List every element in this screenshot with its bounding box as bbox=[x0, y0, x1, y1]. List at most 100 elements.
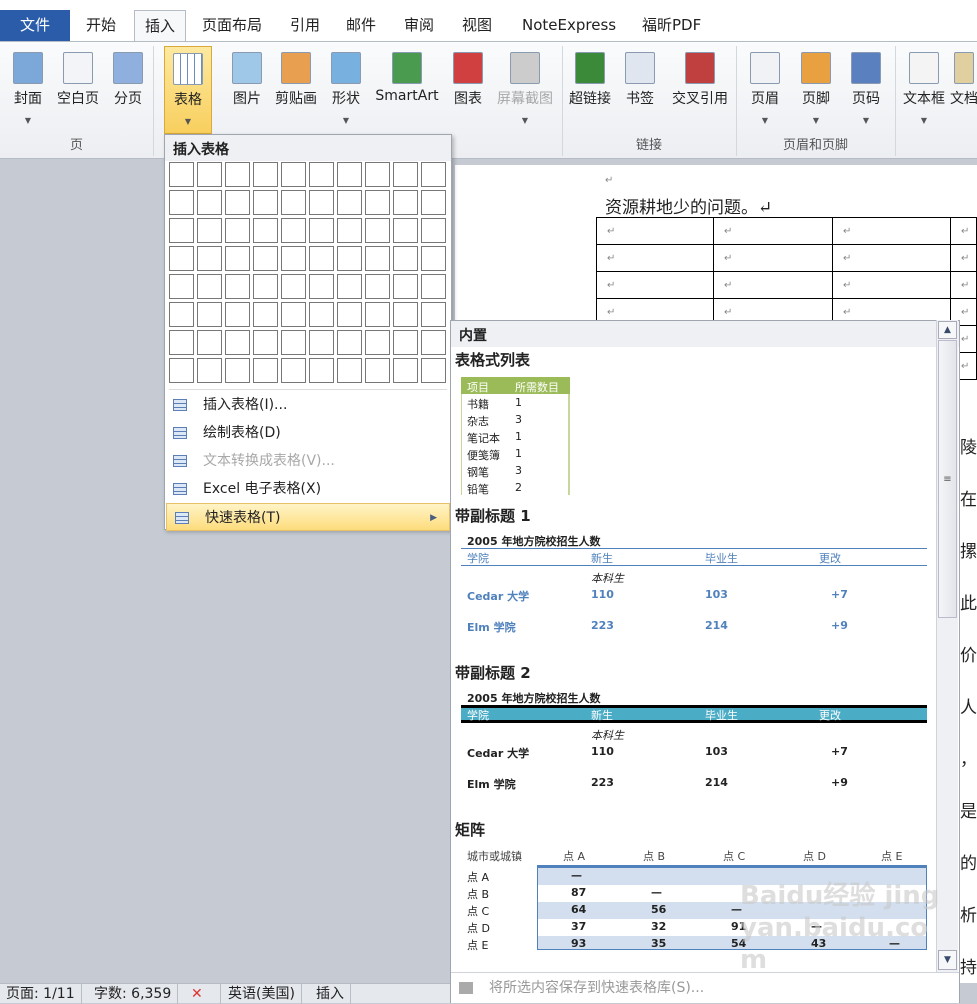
ribbon-button-0[interactable]: 封面 ▼ bbox=[6, 46, 50, 128]
grid-cell[interactable] bbox=[225, 246, 250, 271]
grid-cell[interactable] bbox=[309, 162, 334, 187]
table-preview[interactable] bbox=[461, 705, 927, 723]
grid-cell[interactable] bbox=[169, 162, 194, 187]
proofing-icon[interactable]: ✕ bbox=[185, 984, 221, 1004]
grid-cell[interactable] bbox=[197, 274, 222, 299]
grid-cell[interactable] bbox=[253, 246, 278, 271]
menu-item-0[interactable]: 插入表格(I)... bbox=[165, 391, 451, 419]
grid-cell[interactable] bbox=[421, 190, 446, 215]
grid-cell[interactable] bbox=[197, 358, 222, 383]
grid-cell[interactable] bbox=[337, 218, 362, 243]
ribbon-button-1[interactable]: 空白页 bbox=[52, 46, 104, 128]
grid-cell[interactable] bbox=[225, 358, 250, 383]
grid-cell[interactable] bbox=[253, 190, 278, 215]
grid-cell[interactable] bbox=[281, 302, 306, 327]
grid-cell[interactable] bbox=[253, 274, 278, 299]
grid-cell[interactable] bbox=[365, 330, 390, 355]
grid-cell[interactable] bbox=[309, 246, 334, 271]
tab-7[interactable]: 视图 bbox=[452, 10, 502, 42]
grid-cell[interactable] bbox=[253, 302, 278, 327]
grid-cell[interactable] bbox=[337, 190, 362, 215]
grid-cell[interactable] bbox=[421, 274, 446, 299]
grid-cell[interactable] bbox=[337, 302, 362, 327]
grid-cell[interactable] bbox=[225, 274, 250, 299]
grid-cell[interactable] bbox=[309, 358, 334, 383]
tab-3[interactable]: 页面布局 bbox=[192, 10, 272, 42]
grid-cell[interactable] bbox=[393, 358, 418, 383]
tab-8[interactable]: NoteExpress bbox=[512, 10, 626, 42]
grid-cell[interactable] bbox=[365, 190, 390, 215]
page-count[interactable]: 页面: 1/11 bbox=[0, 984, 82, 1004]
grid-cell[interactable] bbox=[253, 330, 278, 355]
table-cell[interactable]: ↵ bbox=[596, 244, 714, 272]
ribbon-button-6[interactable]: 形状 ▼ bbox=[326, 46, 366, 128]
grid-cell[interactable] bbox=[169, 302, 194, 327]
scroll-thumb[interactable]: ≡ bbox=[938, 340, 957, 618]
menu-item-3[interactable]: Excel 电子表格(X) bbox=[165, 475, 451, 503]
grid-cell[interactable] bbox=[365, 358, 390, 383]
grid-cell[interactable] bbox=[337, 246, 362, 271]
grid-cell[interactable] bbox=[421, 162, 446, 187]
grid-cell[interactable] bbox=[225, 302, 250, 327]
tab-5[interactable]: 邮件 bbox=[336, 10, 386, 42]
grid-cell[interactable] bbox=[337, 162, 362, 187]
grid-cell[interactable] bbox=[197, 302, 222, 327]
menu-item-1[interactable]: 绘制表格(D) bbox=[165, 419, 451, 447]
ribbon-button-13[interactable]: 页眉 ▼ bbox=[744, 46, 786, 128]
grid-cell[interactable] bbox=[225, 162, 250, 187]
grid-cell[interactable] bbox=[197, 218, 222, 243]
table-cell[interactable]: ↵ bbox=[713, 217, 833, 245]
grid-cell[interactable] bbox=[281, 190, 306, 215]
grid-cell[interactable] bbox=[393, 246, 418, 271]
grid-cell[interactable] bbox=[281, 162, 306, 187]
ribbon-button-16[interactable]: 文本框 ▼ bbox=[898, 46, 950, 128]
ribbon-button-3[interactable]: 表格 ▼ bbox=[164, 46, 212, 134]
table-cell[interactable]: ↵ bbox=[832, 217, 951, 245]
menu-item-4[interactable]: 快速表格(T) ▶ bbox=[166, 503, 450, 531]
scroll-down-button[interactable]: ▼ bbox=[938, 950, 957, 970]
grid-cell[interactable] bbox=[365, 162, 390, 187]
grid-cell[interactable] bbox=[421, 302, 446, 327]
tab-2[interactable]: 插入 bbox=[134, 10, 187, 43]
grid-cell[interactable] bbox=[197, 190, 222, 215]
table-cell[interactable]: ↵ bbox=[832, 244, 951, 272]
ribbon-button-7[interactable]: SmartArt bbox=[370, 46, 444, 128]
scroll-up-button[interactable]: ▲ bbox=[938, 321, 957, 339]
grid-cell[interactable] bbox=[253, 358, 278, 383]
grid-cell[interactable] bbox=[253, 162, 278, 187]
grid-cell[interactable] bbox=[309, 190, 334, 215]
table-cell[interactable]: ↵ bbox=[950, 271, 977, 299]
grid-cell[interactable] bbox=[225, 218, 250, 243]
tab-1[interactable]: 开始 bbox=[76, 10, 126, 42]
ribbon-button-11[interactable]: 书签 bbox=[622, 46, 658, 128]
table-cell[interactable]: ↵ bbox=[596, 271, 714, 299]
grid-cell[interactable] bbox=[337, 358, 362, 383]
grid-cell[interactable] bbox=[365, 302, 390, 327]
table-cell[interactable]: ↵ bbox=[713, 271, 833, 299]
grid-cell[interactable] bbox=[225, 190, 250, 215]
grid-cell[interactable] bbox=[393, 302, 418, 327]
grid-cell[interactable] bbox=[309, 218, 334, 243]
word-count[interactable]: 字数: 6,359 bbox=[88, 984, 179, 1004]
ribbon-button-9[interactable]: 屏幕截图 ▼ bbox=[492, 46, 558, 128]
grid-cell[interactable] bbox=[225, 330, 250, 355]
ribbon-button-14[interactable]: 页脚 ▼ bbox=[794, 46, 838, 128]
grid-cell[interactable] bbox=[393, 330, 418, 355]
ribbon-button-17[interactable]: 文档 bbox=[950, 46, 977, 128]
save-to-gallery-item[interactable]: 将所选内容保存到快速表格库(S)... bbox=[451, 972, 959, 1003]
tab-9[interactable]: 福昕PDF bbox=[632, 10, 711, 42]
table-cell[interactable]: ↵ bbox=[950, 217, 977, 245]
grid-cell[interactable] bbox=[281, 358, 306, 383]
table-cell[interactable]: ↵ bbox=[950, 244, 977, 272]
ribbon-button-10[interactable]: 超链接 bbox=[566, 46, 614, 128]
insert-mode[interactable]: 插入 bbox=[310, 984, 351, 1004]
grid-cell[interactable] bbox=[281, 218, 306, 243]
ribbon-button-2[interactable]: 分页 bbox=[108, 46, 148, 128]
tab-4[interactable]: 引用 bbox=[280, 10, 330, 42]
grid-cell[interactable] bbox=[169, 218, 194, 243]
ribbon-button-5[interactable]: 剪贴画 bbox=[272, 46, 320, 128]
ribbon-button-4[interactable]: 图片 bbox=[226, 46, 268, 128]
gallery-scrollbar[interactable]: ▲ ≡ ▼ bbox=[936, 320, 958, 972]
grid-cell[interactable] bbox=[337, 274, 362, 299]
grid-cell[interactable] bbox=[393, 274, 418, 299]
